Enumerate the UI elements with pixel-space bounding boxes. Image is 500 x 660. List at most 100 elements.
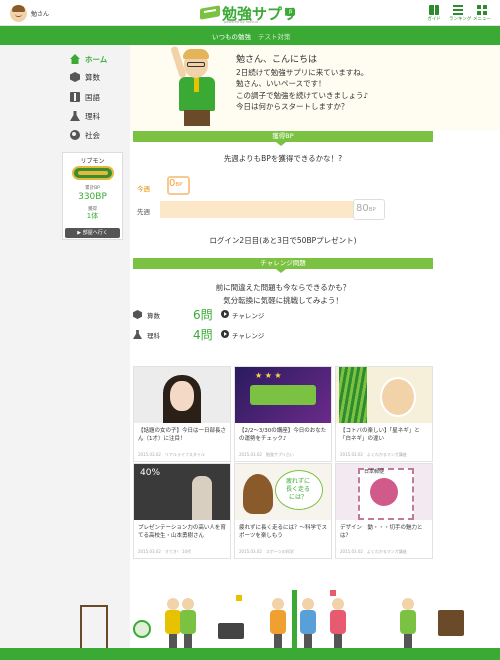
play-arrow-icon[interactable] [221,330,229,338]
speech-bubble-text: 疲れずに 長く走る には？ [285,478,310,501]
section-title: チャレンジ問題 [260,259,306,267]
user-name[interactable]: 勉さん [31,9,49,18]
sidebar-item-label: 社会 [85,131,100,140]
this-week-label: 今週 [137,185,150,193]
sidebar-item-japanese[interactable]: 国語 [70,90,128,104]
subject-nav: いつもの勉強 テスト対策 [0,26,500,45]
bp-section-header: 獲得BP [133,131,433,146]
greeting-panel: 勉さん、こんにちは 2日続けて勉強サプリに来ていますね。 勉さん、いいペースです… [130,45,500,130]
go-to-room-button[interactable]: ▶ 部屋へ行く [65,228,120,238]
avatar[interactable] [10,5,27,22]
challenge-prompt: 気分転換に気軽に挑戦してみよう！ [223,296,343,305]
pencil-illustration [292,590,297,650]
article-meta: 2015.03.02 スポーツの科学 [239,549,294,554]
guide-label: ガイド [427,17,441,22]
greeting-line: 2日続けて勉強サプリに来ていますね。 [236,67,369,77]
reward-badge-image [72,166,114,180]
logo-badge: β [286,8,296,16]
article-meta: 2015.03.02 よくわかるマンガ講座 [340,549,407,554]
article-card[interactable]: デザイン 動・・・切手の魅力とは？ 2015.03.02 よくわかるマンガ講座 [335,463,433,559]
sidebar-item-home[interactable]: ホーム [70,52,128,66]
article-thumbnail [134,367,230,423]
stamp-label: 日本郵便 [364,469,385,475]
article-card[interactable]: 【2/2〜3/30の講座】今日のおなたの運勢をチェック♪ 2015.03.02 … [234,366,332,462]
signboard-illustration [438,610,464,636]
menu-button[interactable]: メニュー [473,5,491,22]
article-card[interactable]: プレゼンテーション力の高い人を育てる高校生・山本勇樹さん 2015.03.02 … [133,463,231,559]
last-week-bar [160,201,353,218]
globe-icon [70,130,80,140]
total-bp-label: 累計BP [85,186,100,191]
challenge-row-science: 理科 4問 チャレンジ [133,327,433,343]
flask-icon [70,111,80,121]
menu-icon [477,5,487,15]
greeting-line: この調子で勉強を続けていきましょう♪ [236,90,369,100]
reward-title: リブモン [80,158,105,165]
last-week-label: 先週 [137,208,150,216]
greeting-line: 勉さん、いいペースです！ [236,79,326,88]
challenge-row-math: 算数 6問 チャレンジ [133,307,433,323]
article-title: 【2/2〜3/30の講座】今日のおなたの運勢をチェック♪ [239,428,327,442]
section-title: 獲得BP [272,132,294,140]
laptop-illustration [218,623,244,639]
challenge-subject: 理科 [147,332,160,340]
article-title: 【話題の女の子】今日は一日部長さん（1才）に注目！ [138,428,227,442]
login-bonus-text: ログイン2日目(あと3日で50BPプレゼント) [209,236,357,245]
article-card[interactable]: 【コトバの楽しい】「星ネギ」と「白ネギ」の違い 2015.03.02 よくわかる… [335,366,433,462]
play-arrow-icon[interactable] [221,310,229,318]
tab-test-prep[interactable]: テスト対策 [258,31,291,41]
menu-label: メニュー [473,17,491,22]
book-icon [70,92,80,102]
article-title: 疲れずに長く走るには？〜科学でスポーツを楽しもう [239,525,328,539]
total-bp-value: 330BP [78,192,107,202]
logo[interactable]: 勉強サプリ β powered by Recruit [200,3,300,25]
challenge-count: 4問 [193,328,213,342]
guide-icon [429,5,439,15]
student-figure [400,598,416,648]
article-meta: 2015.03.02 勉強サプリ占い [239,452,294,457]
footer-illustration [0,565,500,660]
challenge-subject: 算数 [147,312,160,320]
challenge-link[interactable]: チャレンジ [232,310,264,320]
ground-strip [0,648,500,660]
cube-icon [133,310,142,319]
sidebar-item-science[interactable]: 理科 [70,109,128,123]
count-value: 1体 [86,212,99,220]
student-figure [270,598,286,648]
ranking-label: ランキング [449,17,472,22]
tab-daily-study[interactable]: いつもの勉強 [212,31,251,41]
flag-illustration [236,595,242,601]
chart-icon [453,5,463,15]
challenge-count: 6問 [193,308,213,322]
article-title: 【コトバの楽しい】「星ネギ」と「白ネギ」の違い [340,428,420,442]
globe-illustration [133,620,151,638]
guide-button[interactable]: ガイド [425,5,443,22]
sidebar-item-label: 理科 [85,112,100,121]
teacher-illustration [170,45,230,128]
article-meta: 2015.03.02 すてき！ 10代 [138,549,192,554]
last-week-value: 80BP [356,203,376,214]
challenge-section-header: チャレンジ問題 [133,258,433,273]
ranking-button[interactable]: ランキング [449,5,472,22]
bookshelf-illustration [80,605,108,650]
flag-illustration [330,590,336,596]
article-thumbnail [336,367,432,423]
article-meta: 2015.03.02 リアルライブスタイル [138,452,205,457]
challenge-prompt: 前に間違えた問題も今ならできるかも？ [215,283,351,292]
article-thumbnail [235,367,331,423]
cube-icon [70,72,80,82]
home-icon [70,54,80,64]
bp-question: 先週よりもBPを獲得できるかな！? [223,154,343,163]
article-card[interactable]: 【話題の女の子】今日は一日部長さん（1才）に注目！ 2015.03.02 リアル… [133,366,231,462]
sidebar-item-label: ホーム [85,55,108,64]
flask-icon [133,330,142,339]
sidebar-item-math[interactable]: 算数 [70,70,128,84]
article-title: デザイン 動・・・切手の魅力とは？ [340,525,423,539]
student-figure [330,598,346,648]
student-figure [300,598,316,648]
greeting-line: 今日は何からスタートしますか？ [236,102,349,111]
challenge-link[interactable]: チャレンジ [232,330,264,340]
sidebar-item-social[interactable]: 社会 [70,128,128,142]
book-logo-icon [200,5,220,20]
article-meta: 2015.03.02 よくわかるマンガ講座 [340,452,407,457]
